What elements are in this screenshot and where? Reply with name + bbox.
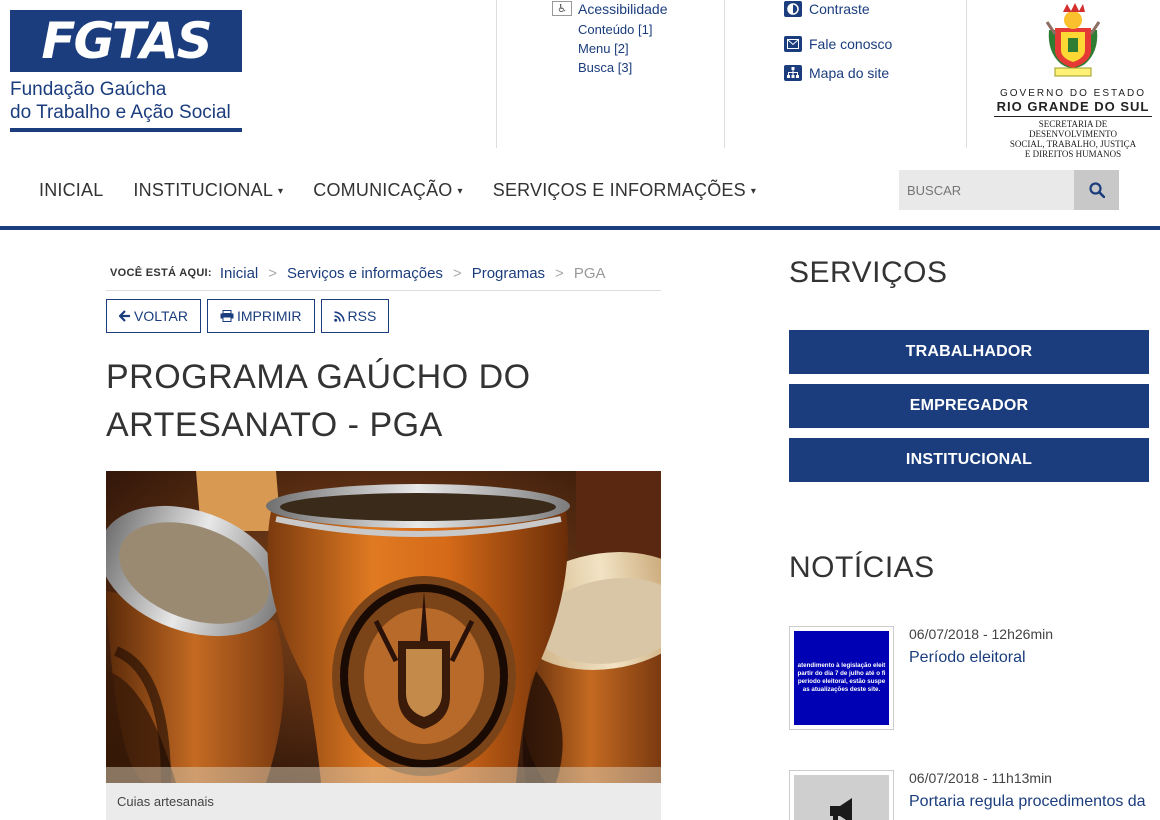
featured-image: Cuias artesanais	[106, 471, 661, 820]
gov-line4: SOCIAL, TRABALHO, JUSTIÇA	[1009, 139, 1137, 149]
logo-subtitle-line2: do Trabalho e Ação Social	[10, 102, 231, 123]
gov-line2: RIO GRANDE DO SUL	[994, 99, 1152, 117]
accessibility-label: Acessibilidade	[578, 0, 668, 17]
print-button[interactable]: IMPRIMIR	[206, 299, 315, 333]
breadcrumb-current: PGA	[573, 264, 606, 282]
accessibility-link[interactable]: ♿ Acessibilidade	[552, 0, 668, 17]
breadcrumb-link-inicial[interactable]: Inicial	[220, 265, 258, 282]
nav-inicial-label: INICIAL	[39, 180, 104, 200]
header-divider	[724, 0, 725, 148]
rss-button[interactable]: RSS	[320, 299, 390, 333]
envelope-icon	[784, 35, 802, 52]
breadcrumb-link-programas[interactable]: Programas	[472, 265, 545, 282]
nav-institucional[interactable]: INSTITUCIONAL ▾	[118, 172, 298, 208]
gov-line1: GOVERNO DO ESTADO	[999, 88, 1147, 99]
logo-subtitle-line1: Fundação Gaúcha	[10, 79, 167, 100]
gov-line3: SECRETARIA DE DESENVOLVIMENTO	[1028, 119, 1117, 139]
rss-icon	[333, 310, 345, 322]
news-title[interactable]: Período eleitoral	[909, 649, 1159, 667]
breadcrumb: VOCÊ ESTÁ AQUI: Inicial > Serviços e inf…	[106, 258, 661, 291]
breadcrumb-label: VOCÊ ESTÁ AQUI:	[110, 267, 212, 279]
nav-comunicacao[interactable]: COMUNICAÇÃO ▾	[298, 172, 477, 208]
news-title[interactable]: Portaria regula procedimentos da	[909, 793, 1159, 811]
image-caption: Cuias artesanais	[106, 783, 661, 820]
sitemap-label: Mapa do site	[809, 64, 890, 81]
arrow-left-icon	[119, 310, 130, 322]
caret-down-icon: ▾	[278, 186, 284, 197]
news-date: 06/07/2018 - 11h13min	[909, 770, 1052, 786]
contrast-link[interactable]: Contraste	[784, 0, 892, 17]
news-thumbnail-image	[794, 775, 889, 820]
nav-bottom-border	[0, 226, 1160, 230]
breadcrumb-separator: >	[555, 264, 564, 282]
page-actions: VOLTAR IMPRIMIR RSS	[106, 299, 390, 333]
news-thumbnail-notice: atendimento à legislação eleit partir do…	[794, 631, 889, 725]
nav-servicos-label: SERVIÇOS E INFORMAÇÕES	[492, 180, 746, 200]
page-title: PROGRAMA GAÚCHO DO ARTESANATO - PGA	[106, 353, 666, 449]
search-button[interactable]	[1074, 170, 1119, 210]
page-title-line2: ARTESANATO - PGA	[106, 406, 443, 444]
service-trabalhador-button[interactable]: TRABALHADOR	[789, 330, 1149, 374]
contact-link[interactable]: Fale conosco	[784, 29, 892, 58]
news-heading: NOTÍCIAS	[789, 551, 935, 584]
cuias-photo	[106, 471, 661, 783]
caret-down-icon: ▾	[750, 186, 757, 197]
breadcrumb-separator: >	[268, 264, 278, 282]
services-heading: SERVIÇOS	[789, 256, 948, 289]
header-divider	[966, 0, 967, 148]
news-thumbnail[interactable]: atendimento à legislação eleit partir do…	[789, 626, 894, 730]
back-button[interactable]: VOLTAR	[106, 299, 201, 333]
breadcrumb-separator: >	[452, 264, 462, 282]
news-thumbnail[interactable]	[789, 770, 894, 820]
print-label: IMPRIMIR	[236, 308, 302, 324]
news-item[interactable]: 06/07/2018 - 11h13min Portaria regula pr…	[789, 770, 1159, 820]
gov-secretariat: SECRETARIA DE DESENVOLVIMENTO SOCIAL, TR…	[994, 119, 1152, 159]
sitemap-icon	[784, 64, 802, 81]
rss-label: RSS	[347, 308, 377, 324]
service-institucional-button[interactable]: INSTITUCIONAL	[789, 438, 1149, 482]
contrast-label: Contraste	[809, 0, 870, 17]
skip-menu-link[interactable]: Menu [2]	[578, 39, 668, 58]
state-coat-of-arms-icon	[1041, 2, 1105, 80]
fgtas-logo[interactable]: FGTAS Fundação Gaúcha do Trabalho e Ação…	[10, 10, 242, 132]
header-divider	[496, 0, 497, 148]
header-tools: Contraste Fale conosco Mapa do site	[784, 0, 892, 87]
search-input[interactable]	[899, 170, 1074, 210]
skip-content-link[interactable]: Conteúdo [1]	[578, 20, 668, 39]
logo-text: FGTAS	[41, 12, 212, 70]
wheelchair-icon: ♿	[552, 1, 572, 16]
search-form	[899, 170, 1119, 210]
nav-servicos[interactable]: SERVIÇOS E INFORMAÇÕES ▾	[478, 172, 771, 208]
nav-comunicacao-label: COMUNICAÇÃO	[313, 180, 453, 200]
page-title-line1: PROGRAMA GAÚCHO DO	[106, 358, 531, 396]
caret-down-icon: ▾	[457, 186, 463, 197]
news-date: 06/07/2018 - 12h26min	[909, 626, 1053, 642]
printer-icon	[220, 310, 234, 322]
skip-search-link[interactable]: Busca [3]	[578, 58, 668, 77]
service-empregador-button[interactable]: EMPREGADOR	[789, 384, 1149, 428]
gov-line5: E DIREITOS HUMANOS	[1024, 149, 1122, 159]
logo-box: FGTAS	[10, 10, 242, 72]
nav-inicial[interactable]: INICIAL	[24, 172, 118, 208]
megaphone-icon	[829, 798, 852, 820]
accessibility-menu: ♿ Acessibilidade Conteúdo [1] Menu [2] B…	[552, 0, 668, 77]
news-item[interactable]: atendimento à legislação eleit partir do…	[789, 626, 1159, 730]
nav-institucional-label: INSTITUCIONAL	[133, 180, 274, 200]
back-label: VOLTAR	[134, 308, 188, 324]
main-nav: INICIAL INSTITUCIONAL ▾ COMUNICAÇÃO ▾ SERV…	[24, 172, 771, 208]
government-logo[interactable]: GOVERNO DO ESTADO RIO GRANDE DO SUL SECR…	[994, 2, 1152, 159]
contrast-icon	[784, 0, 802, 17]
logo-subtitle: Fundação Gaúcha do Trabalho e Ação Socia…	[10, 78, 242, 132]
breadcrumb-link-servicos[interactable]: Serviços e informações	[287, 265, 443, 282]
sitemap-link[interactable]: Mapa do site	[784, 58, 892, 87]
contact-label: Fale conosco	[809, 35, 893, 52]
search-icon	[1088, 182, 1105, 198]
